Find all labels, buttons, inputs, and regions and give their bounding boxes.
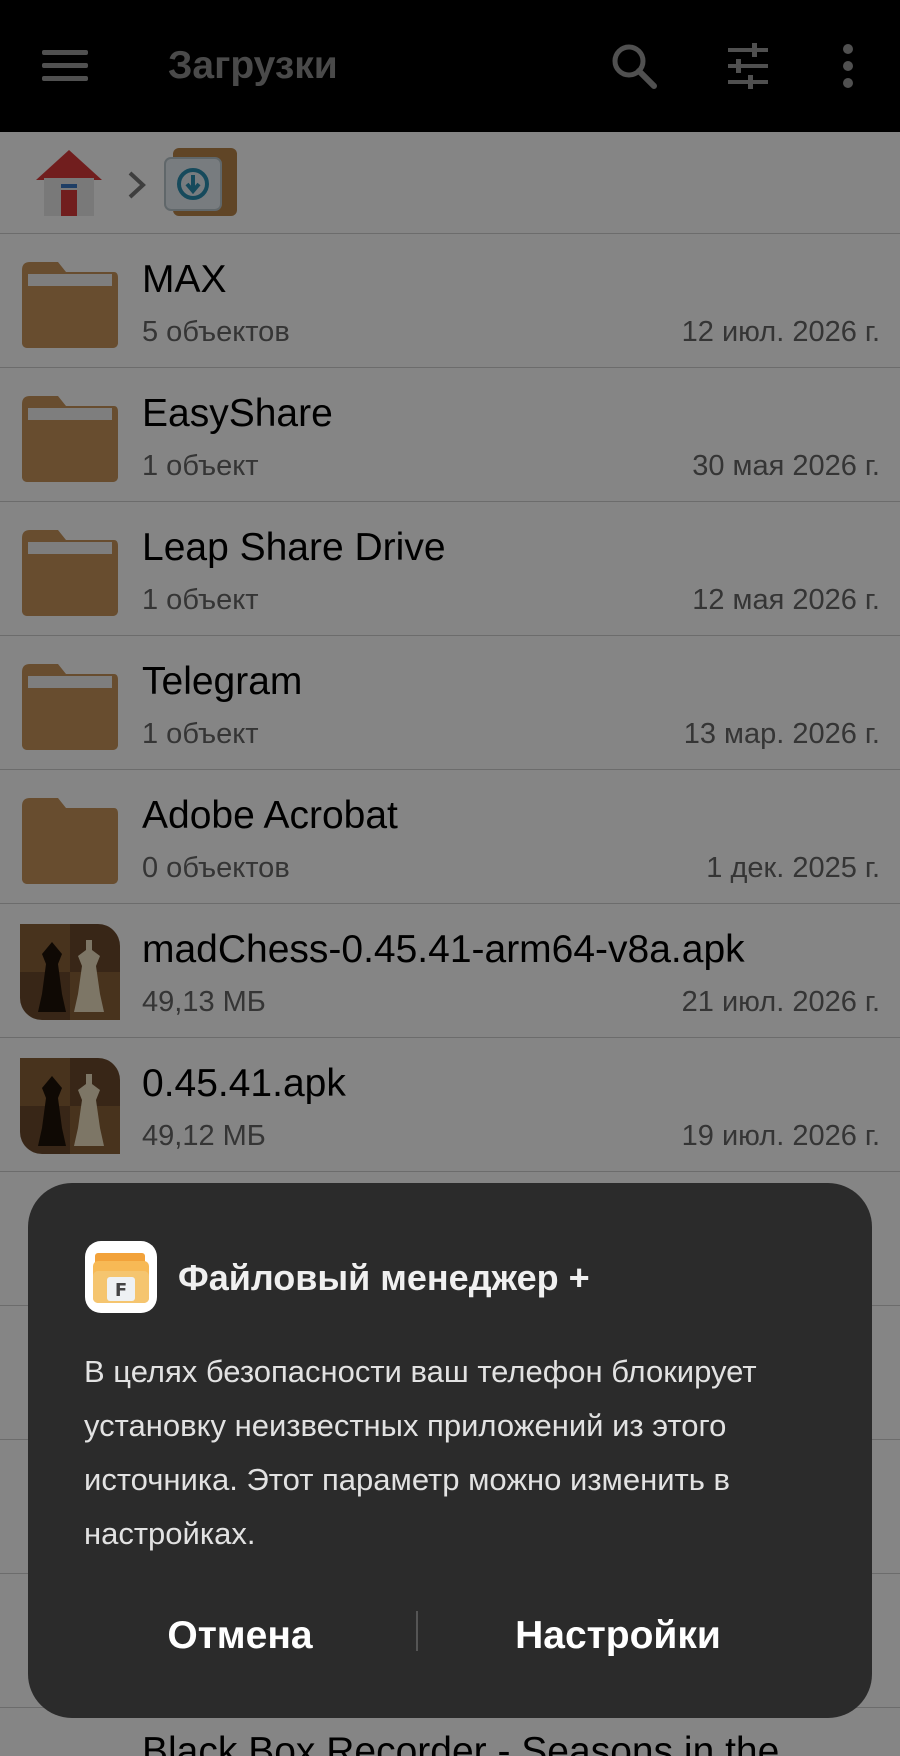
button-divider	[416, 1611, 418, 1651]
dialog-app-name: Файловый менеджер +	[178, 1257, 590, 1298]
settings-button[interactable]: Настройки	[468, 1601, 768, 1671]
install-blocked-dialog: F Файловый менеджер + В целях безопаснос…	[28, 1183, 872, 1718]
svg-text:F: F	[115, 1280, 127, 1301]
cancel-button[interactable]: Отмена	[120, 1601, 360, 1671]
file-manager-app-icon: F	[85, 1241, 157, 1313]
dialog-message: В целях безопасности ваш телефон блокиру…	[84, 1354, 757, 1551]
